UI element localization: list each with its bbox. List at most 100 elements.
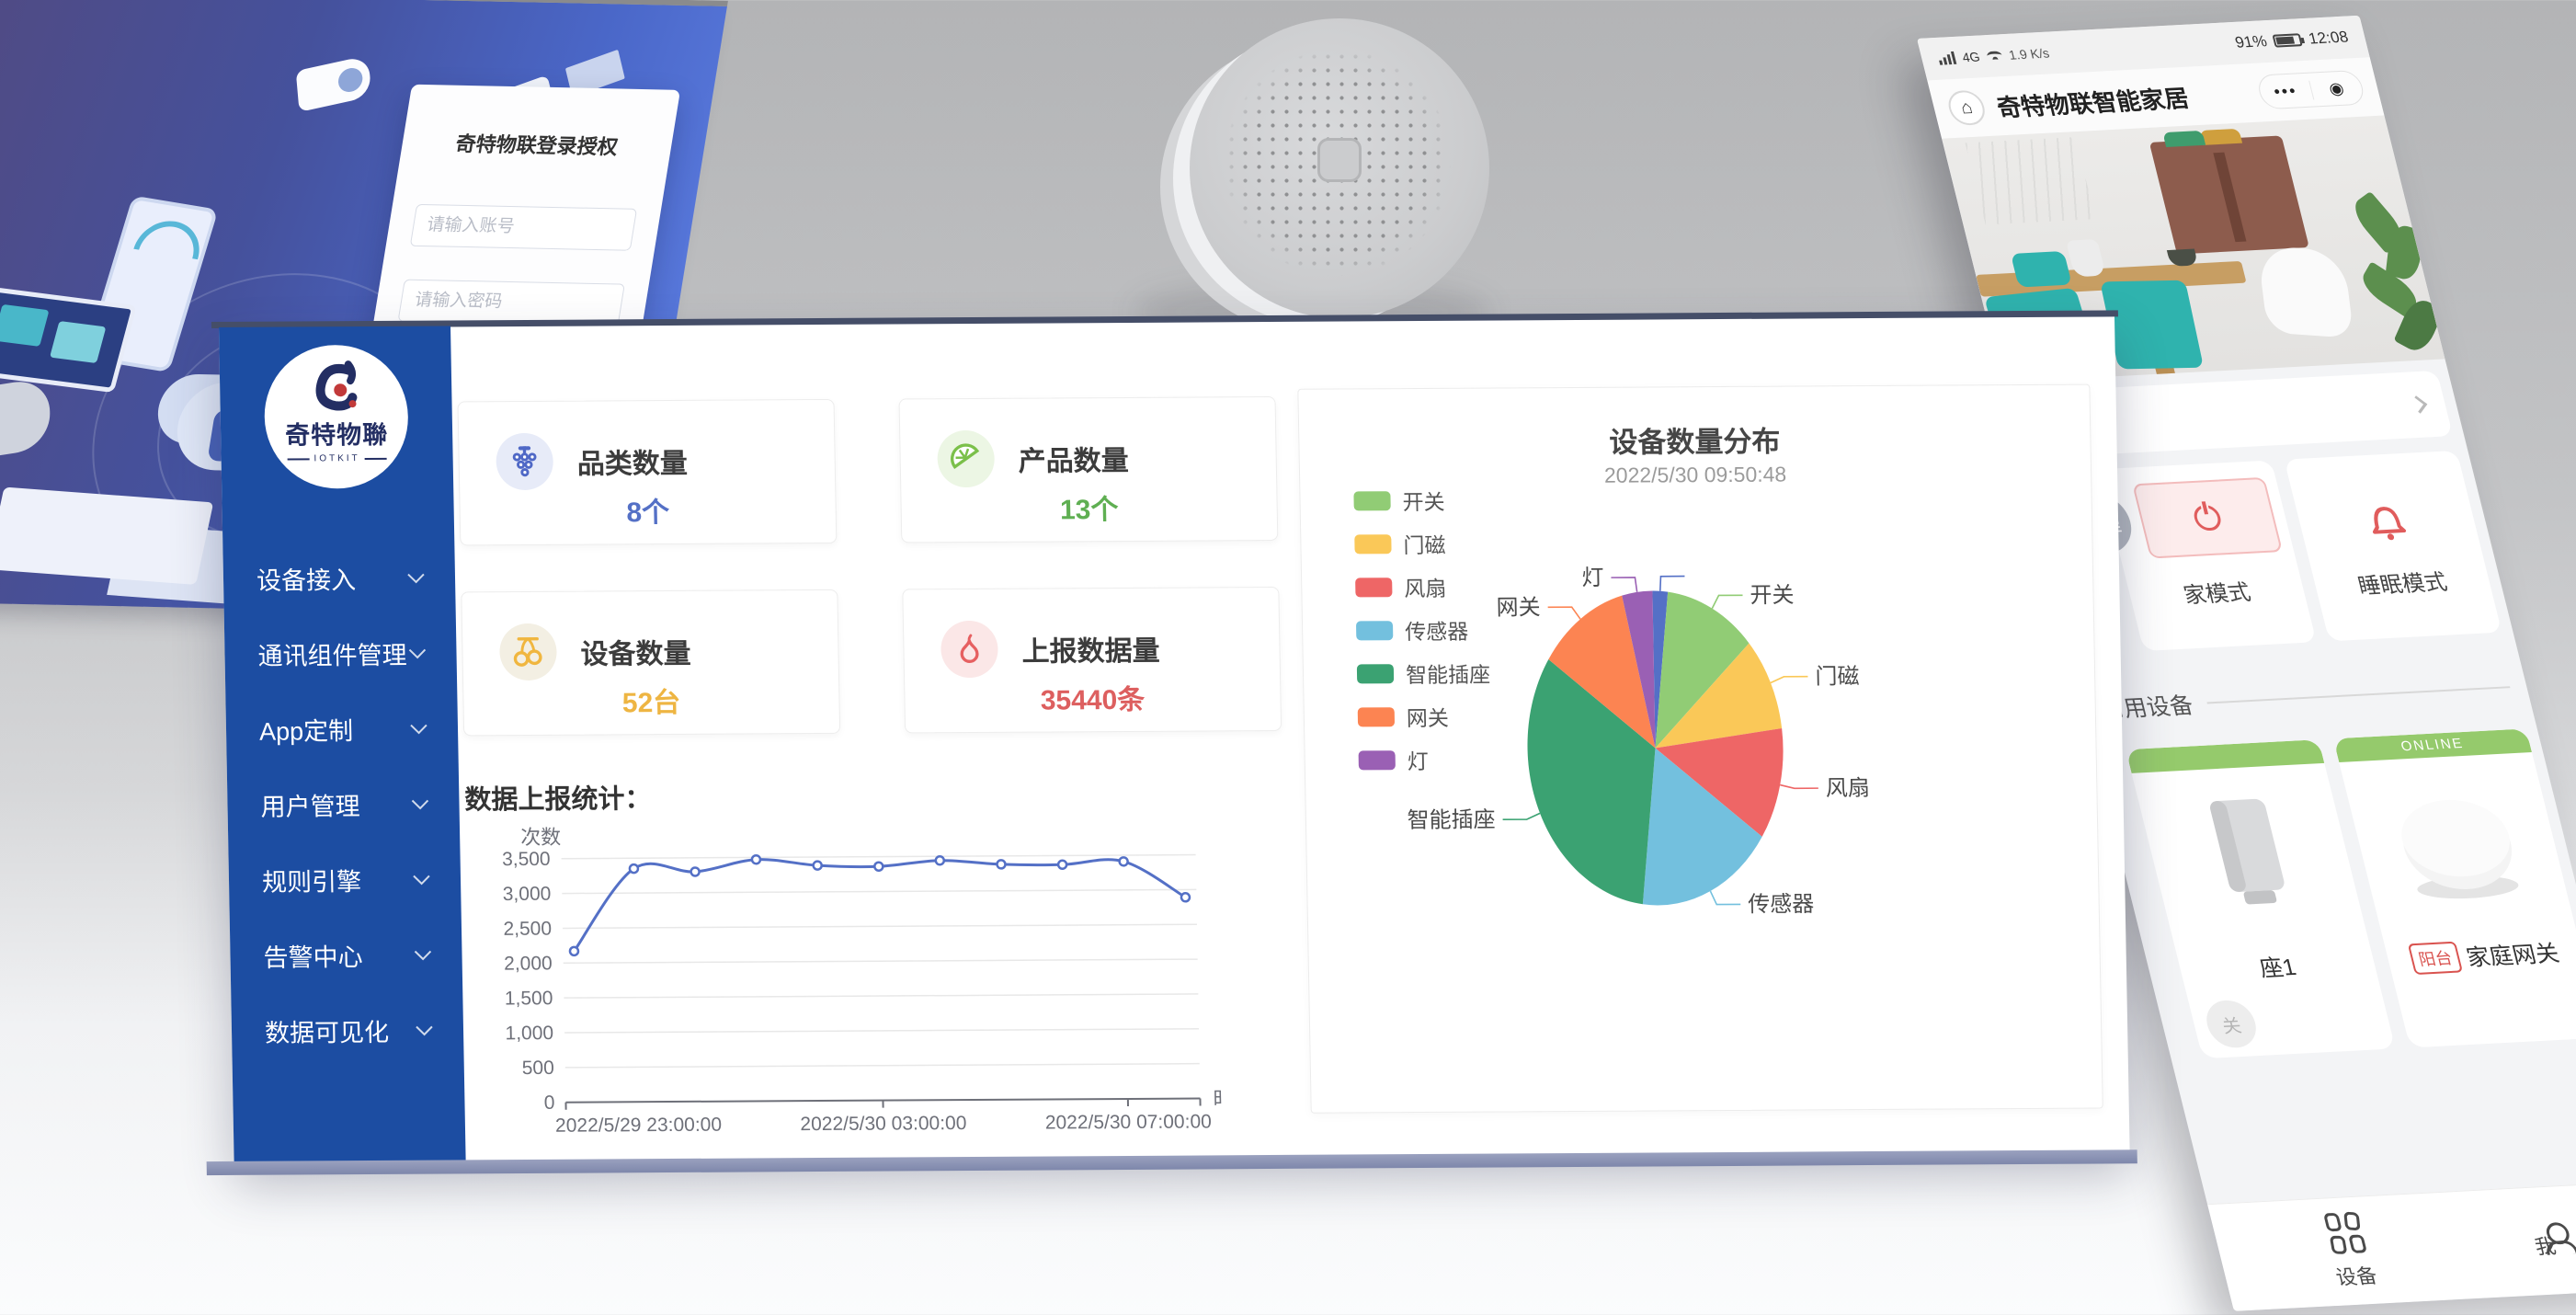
legend-item-5[interactable]: 网关 (1358, 701, 1492, 733)
bell-icon (2354, 493, 2420, 551)
sidebar-item-1[interactable]: 通讯组件管理 (224, 614, 457, 692)
line-chart-heading: 数据上报统计： (464, 777, 652, 817)
toggle-badge[interactable]: 关 (2202, 1000, 2262, 1049)
stat-card-title: 品类数量 (576, 440, 688, 482)
rabbit-logo-icon (305, 360, 367, 417)
svg-text:风扇: 风扇 (1826, 776, 1870, 801)
clock-label: 12:08 (2307, 29, 2350, 49)
stat-card-value: 52台 (463, 679, 839, 721)
power-icon (2192, 505, 2224, 532)
svg-text:灯: 灯 (1581, 566, 1603, 590)
stat-card-title: 设备数量 (580, 631, 691, 672)
legend-swatch (1356, 621, 1393, 640)
stat-cards: 品类数量 8个 产品数量 13个 设备数量 52台 上报数据量 35440条 (457, 396, 1282, 736)
tab-1[interactable]: 我 (2529, 1222, 2559, 1260)
legend-swatch (1358, 707, 1395, 726)
legend-item-6[interactable]: 灯 (1358, 744, 1492, 776)
more-menu-icon[interactable]: ••• (2258, 80, 2314, 102)
svg-text:开关: 开关 (1750, 583, 1794, 608)
sidebar-item-4[interactable]: 规则引擎 (228, 840, 461, 918)
composite-scene: 奇特物联登录授权 登录 4G 1.9 K/s 91% 12:08 ⌂ (0, 0, 2576, 1315)
account-field[interactable] (410, 204, 637, 251)
chevron-down-icon (412, 792, 428, 808)
stat-card-value: 35440条 (905, 676, 1281, 718)
legend-swatch (1357, 664, 1394, 683)
sidebar-item-label: 告警中心 (263, 937, 363, 974)
mode-label: 睡眠模式 (2354, 564, 2449, 600)
legend-item-1[interactable]: 门磁 (1354, 528, 1488, 560)
stat-card-1: 产品数量 13个 (898, 396, 1278, 543)
net-speed-label: 1.9 K/s (2007, 46, 2050, 63)
legend-item-2[interactable]: 风扇 (1355, 571, 1489, 603)
stat-card-value: 13个 (901, 486, 1277, 528)
legend-label: 门磁 (1403, 528, 1446, 559)
legend-item-4[interactable]: 智能插座 (1357, 658, 1491, 690)
stat-card-value: 8个 (460, 488, 836, 531)
speaker-logo (1317, 138, 1362, 182)
data-report-line-chart: 05001,0001,5002,0002,5003,0003,5002022/5… (472, 822, 1222, 1144)
mode-card-1[interactable]: 睡眠模式 (2284, 451, 2502, 642)
grid-icon (2323, 1212, 2367, 1254)
device-label: 家庭网关 (2462, 935, 2562, 973)
close-circle-icon[interactable]: ◉ (2309, 77, 2365, 99)
phone-tab-bar: 设备 我 (2207, 1181, 2576, 1311)
svg-text:0: 0 (544, 1092, 555, 1114)
chevron-down-icon (407, 566, 424, 583)
monitor-illustration (0, 287, 137, 393)
svg-text:2,500: 2,500 (503, 919, 552, 940)
svg-text:2,000: 2,000 (504, 953, 553, 974)
signal-bars-icon (1937, 51, 1956, 65)
home-icon[interactable]: ⌂ (1945, 89, 1989, 126)
chevron-down-icon (413, 867, 429, 884)
sidebar-item-label: 设备接入 (256, 560, 357, 597)
chevron-down-icon (410, 716, 427, 733)
svg-text:次数: 次数 (520, 826, 561, 849)
wifi-icon (1986, 51, 2002, 61)
app-title: 奇特物联智能家居 (1993, 79, 2193, 122)
plug-icon (2132, 763, 2370, 955)
tab-0[interactable]: 设备 (2320, 1211, 2380, 1290)
svg-text:1,500: 1,500 (505, 988, 553, 1009)
legend-label: 网关 (1407, 701, 1450, 732)
lemon-icon (937, 430, 995, 487)
sidebar-item-label: App定制 (259, 711, 354, 748)
login-title: 奇特物联登录授权 (425, 127, 650, 161)
power-button[interactable] (2132, 477, 2283, 559)
sidebar-item-6[interactable]: 数据可见化 (231, 991, 463, 1069)
cherry-icon (499, 623, 557, 680)
legend-item-0[interactable]: 开关 (1353, 485, 1487, 517)
chair-illustration (2100, 280, 2204, 370)
controller-illustration (0, 377, 51, 467)
location-tag: 阳台 (2408, 942, 2463, 975)
sidebar-item-2[interactable]: App定制 (225, 690, 458, 767)
logo: 奇特物聯 IOTKIT (263, 345, 409, 489)
stat-card-2: 设备数量 52台 (461, 589, 840, 736)
tab-label: 设备 (2332, 1260, 2380, 1291)
device-label: 座1 (2255, 949, 2299, 984)
white-chair-illustration (2257, 246, 2354, 339)
logo-title: 奇特物聯 (285, 415, 389, 452)
stat-card-title: 上报数据量 (1021, 628, 1160, 669)
svg-text:时间: 时间 (1213, 1087, 1222, 1110)
buildings-illustration (0, 487, 213, 585)
miniprogram-capsule: ••• ◉ (2255, 70, 2366, 109)
sidebar-item-3[interactable]: 用户管理 (227, 765, 460, 842)
svg-text:传感器: 传感器 (1748, 892, 1814, 917)
svg-text:3,000: 3,000 (503, 884, 552, 905)
cabinet-illustration (2149, 135, 2309, 254)
svg-text:智能插座: 智能插座 (1407, 807, 1495, 833)
logo-subtitle: IOTKIT (287, 453, 386, 464)
pie-chart-panel: 设备数量分布 2022/5/30 09:50:48 开关 门磁 风扇 传感器 智… (1297, 384, 2103, 1114)
sidebar-item-label: 用户管理 (260, 786, 360, 823)
sidebar-item-5[interactable]: 告警中心 (230, 916, 462, 993)
sidebar-item-0[interactable]: 设备接入 (222, 539, 455, 616)
battery-icon (2273, 33, 2303, 47)
legend-item-3[interactable]: 传感器 (1356, 614, 1490, 646)
pear-icon (940, 621, 998, 678)
legend-label: 传感器 (1405, 614, 1469, 646)
chevron-down-icon (416, 1018, 432, 1035)
legend-label: 灯 (1407, 744, 1429, 775)
mode-label: 家模式 (2180, 574, 2254, 609)
legend-swatch (1353, 491, 1390, 510)
svg-text:3,500: 3,500 (502, 849, 551, 870)
